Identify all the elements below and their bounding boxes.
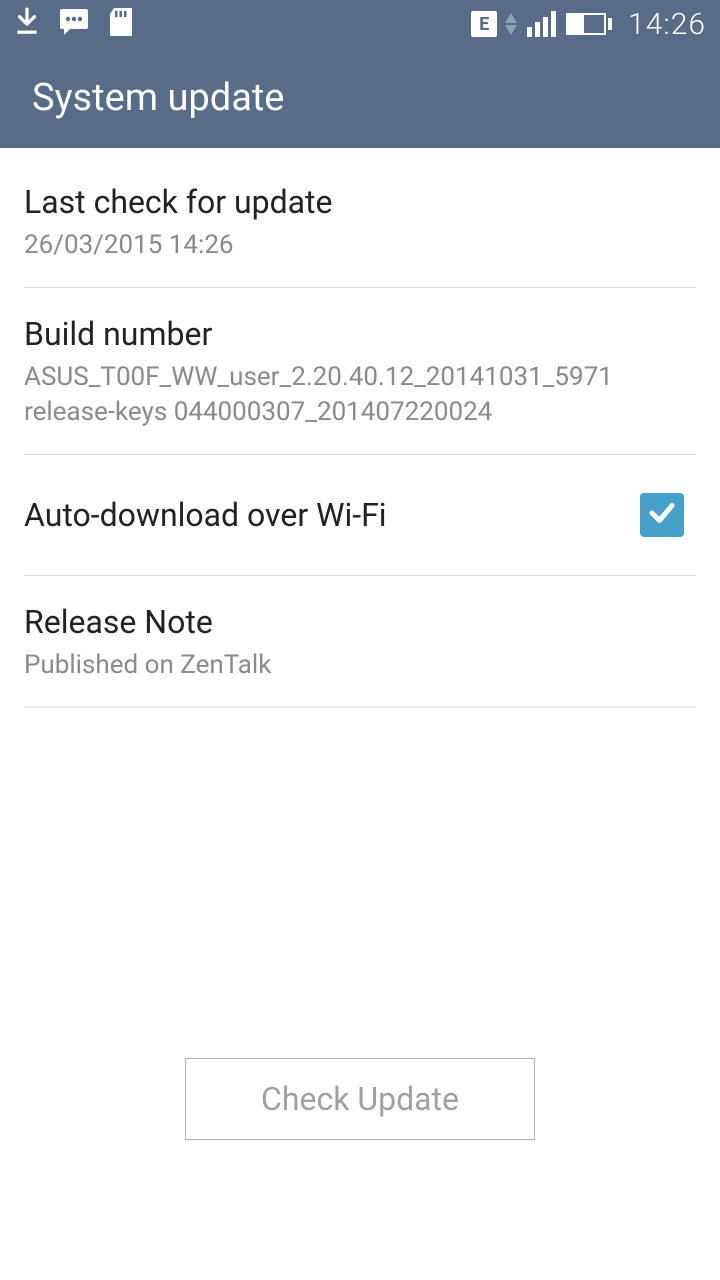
battery-icon bbox=[566, 13, 612, 35]
status-icons-right: E 14:26 bbox=[471, 7, 706, 42]
edge-indicator-icon: E bbox=[471, 11, 497, 37]
auto-download-row[interactable]: Auto-download over Wi-Fi bbox=[24, 455, 696, 576]
last-check-title: Last check for update bbox=[24, 182, 696, 222]
last-check-row[interactable]: Last check for update 26/03/2015 14:26 bbox=[24, 148, 696, 288]
app-header: System update bbox=[0, 48, 720, 148]
release-note-title: Release Note bbox=[24, 602, 696, 642]
bbm-icon bbox=[58, 7, 90, 41]
page-title: System update bbox=[32, 76, 284, 120]
release-note-row[interactable]: Release Note Published on ZenTalk bbox=[24, 576, 696, 708]
check-update-button[interactable]: Check Update bbox=[185, 1058, 535, 1140]
data-arrows-icon bbox=[505, 13, 517, 35]
status-icons-left bbox=[14, 7, 134, 41]
checkmark-icon bbox=[647, 498, 677, 532]
auto-download-title: Auto-download over Wi-Fi bbox=[24, 495, 387, 535]
signal-icon bbox=[527, 11, 556, 37]
status-bar: E 14:26 bbox=[0, 0, 720, 48]
download-icon bbox=[14, 7, 40, 41]
settings-list: Last check for update 26/03/2015 14:26 B… bbox=[0, 148, 720, 708]
build-number-title: Build number bbox=[24, 314, 696, 354]
sdcard-icon bbox=[108, 7, 134, 41]
release-note-sub: Published on ZenTalk bbox=[24, 648, 696, 683]
build-number-row[interactable]: Build number ASUS_T00F_WW_user_2.20.40.1… bbox=[24, 288, 696, 455]
build-number-value: ASUS_T00F_WW_user_2.20.40.12_20141031_59… bbox=[24, 360, 696, 430]
footer: Check Update bbox=[0, 1058, 720, 1140]
auto-download-checkbox[interactable] bbox=[640, 493, 684, 537]
last-check-value: 26/03/2015 14:26 bbox=[24, 228, 696, 263]
status-clock: 14:26 bbox=[628, 7, 706, 42]
